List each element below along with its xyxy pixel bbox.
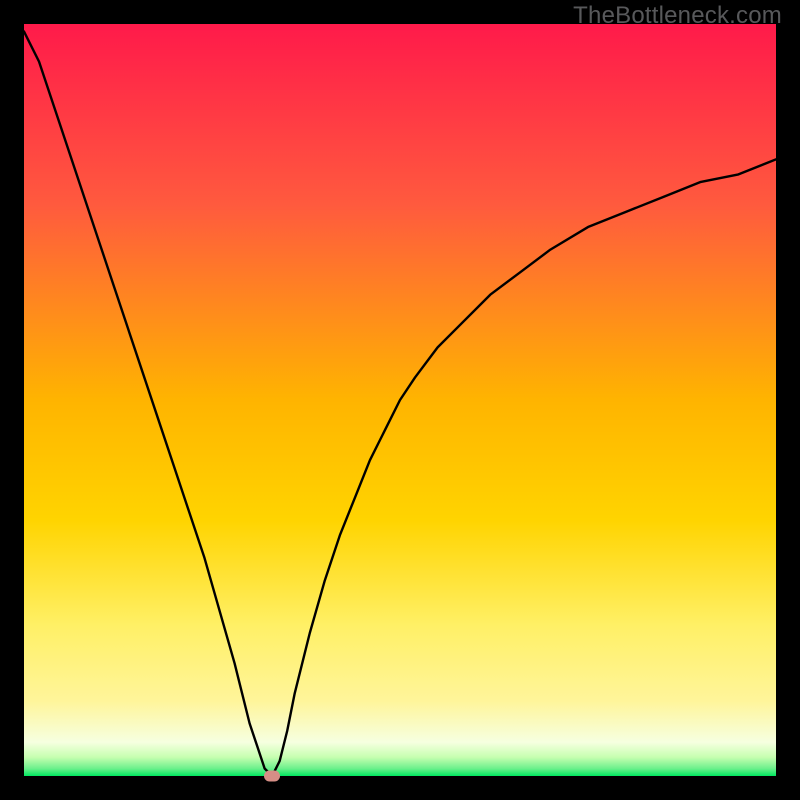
minimum-marker xyxy=(264,771,280,782)
curve-layer xyxy=(24,24,776,776)
chart-frame: TheBottleneck.com xyxy=(0,0,800,800)
bottleneck-curve xyxy=(24,32,776,776)
plot-area xyxy=(24,24,776,776)
